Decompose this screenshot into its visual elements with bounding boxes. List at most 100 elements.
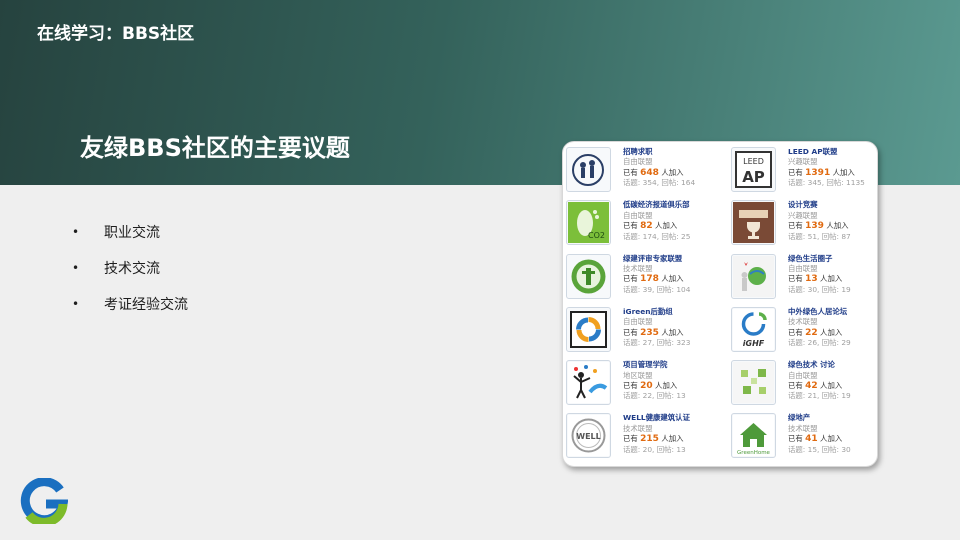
g-brand-logo bbox=[20, 478, 68, 524]
members-prefix: 已有 bbox=[623, 221, 638, 231]
group-name[interactable]: WELL健康建筑认证 bbox=[623, 413, 690, 423]
group-card[interactable]: 绿建评审专家联盟 技术联盟 已有 178 人加入 话题: 39, 回帖: 104 bbox=[563, 252, 730, 305]
members-suffix: 人加入 bbox=[820, 381, 843, 390]
members-prefix: 已有 bbox=[623, 327, 638, 337]
member-count: 215 bbox=[640, 434, 659, 445]
topic-label: 职业交流 bbox=[104, 225, 160, 241]
group-card[interactable]: GreenHome 绿地产 技术联盟 已有 41 人加入 话题: 15, 回帖:… bbox=[730, 411, 879, 464]
group-card[interactable]: iGHF 中外绿色人居论坛 技术联盟 已有 22 人加入 话题: 26, 回帖:… bbox=[730, 305, 879, 358]
group-card[interactable]: 绿色技术 讨论 自由联盟 已有 42 人加入 话题: 21, 回帖: 19 bbox=[730, 358, 879, 411]
member-count: 648 bbox=[640, 167, 659, 178]
members-prefix: 已有 bbox=[623, 434, 638, 444]
group-name[interactable]: 绿地产 bbox=[788, 413, 851, 423]
group-type: 技术联盟 bbox=[788, 317, 818, 327]
group-stats: 话题: 354, 回帖: 164 bbox=[623, 178, 696, 188]
topic-label: 技术交流 bbox=[104, 261, 160, 277]
members-suffix: 人加入 bbox=[832, 167, 855, 177]
leed-badge-top: LEED bbox=[743, 157, 764, 166]
group-type: 自由联盟 bbox=[623, 157, 653, 167]
group-members: 已有 41 人加入 bbox=[788, 434, 851, 444]
people-circle-icon[interactable] bbox=[566, 147, 611, 192]
group-stats: 话题: 174, 回帖: 25 bbox=[623, 231, 691, 241]
group-card[interactable]: 设计竞赛 兴趣联盟 已有 139 人加入 话题: 51, 回帖: 87 bbox=[730, 198, 879, 251]
group-members: 已有 13 人加入 bbox=[788, 274, 851, 284]
group-stats: 话题: 345, 回帖: 1135 bbox=[788, 178, 865, 188]
group-card[interactable]: 项目管理学院 地区联盟 已有 20 人加入 话题: 22, 回帖: 13 bbox=[563, 358, 730, 411]
bullet-marker: • bbox=[72, 261, 80, 275]
group-stats: 话题: 26, 回帖: 29 bbox=[788, 338, 851, 348]
group-card[interactable]: LEED AP LEED AP联盟 兴趣联盟 已有 1391 人加入 话题: 34… bbox=[730, 145, 879, 198]
greenhome-text: GreenHome bbox=[737, 450, 771, 456]
members-prefix: 已有 bbox=[788, 167, 803, 177]
group-members: 已有 139 人加入 bbox=[788, 221, 851, 231]
members-prefix: 已有 bbox=[788, 381, 803, 390]
ighf-text: iGHF bbox=[743, 339, 765, 348]
group-members: 已有 20 人加入 bbox=[623, 381, 686, 391]
group-stats: 话题: 39, 回帖: 104 bbox=[623, 284, 691, 294]
members-suffix: 人加入 bbox=[661, 274, 684, 284]
bullet-marker: • bbox=[72, 297, 80, 311]
group-stats: 话题: 27, 回帖: 323 bbox=[623, 338, 691, 348]
group-name[interactable]: 设计竞赛 bbox=[788, 200, 851, 210]
topic-label: 考证经验交流 bbox=[104, 297, 188, 313]
members-suffix: 人加入 bbox=[820, 434, 843, 444]
group-type: 技术联盟 bbox=[788, 423, 818, 433]
group-members: 已有 235 人加入 bbox=[623, 328, 690, 338]
group-type: 自由联盟 bbox=[788, 370, 818, 380]
well-logo-icon[interactable]: WELL bbox=[566, 413, 611, 459]
members-suffix: 人加入 bbox=[661, 167, 684, 177]
slide-main-title: 友绿BBS社区的主要议题 bbox=[80, 134, 350, 162]
bullet-marker: • bbox=[72, 225, 80, 239]
slide-top-title: 在线学习：BBS社区 bbox=[37, 24, 195, 44]
member-count: 13 bbox=[805, 274, 818, 285]
members-prefix: 已有 bbox=[788, 434, 803, 444]
group-stats: 话题: 30, 回帖: 19 bbox=[788, 284, 851, 294]
group-name[interactable]: 中外绿色人居论坛 bbox=[788, 307, 851, 317]
group-card[interactable]: iGreen后勤组 自由联盟 已有 235 人加入 话题: 27, 回帖: 32… bbox=[563, 305, 730, 358]
group-name[interactable]: 绿色生活圈子 bbox=[788, 254, 851, 264]
group-name[interactable]: 绿建评审专家联盟 bbox=[623, 254, 690, 264]
green-cubes-icon[interactable] bbox=[731, 360, 776, 406]
group-type: 兴趣联盟 bbox=[788, 157, 818, 167]
members-suffix: 人加入 bbox=[820, 327, 843, 337]
green-home-icon[interactable]: GreenHome bbox=[731, 413, 776, 459]
group-stats: 话题: 15, 回帖: 30 bbox=[788, 444, 851, 454]
group-name[interactable]: LEED AP联盟 bbox=[788, 147, 865, 157]
globe-figure-icon[interactable] bbox=[731, 253, 776, 299]
members-prefix: 已有 bbox=[623, 167, 638, 177]
group-card[interactable]: 招聘求职 自由联盟 已有 648 人加入 话题: 354, 回帖: 164 bbox=[563, 145, 730, 198]
members-prefix: 已有 bbox=[623, 274, 638, 284]
group-name[interactable]: 低碳经济报道俱乐部 bbox=[623, 200, 690, 210]
ighf-logo-icon[interactable]: iGHF bbox=[731, 306, 776, 352]
leed-badge-bottom: AP bbox=[742, 168, 765, 186]
group-card[interactable]: CO2 低碳经济报道俱乐部 自由联盟 已有 82 人加入 话题: 174, 回帖… bbox=[563, 198, 730, 251]
group-name[interactable]: iGreen后勤组 bbox=[623, 307, 690, 317]
members-prefix: 已有 bbox=[788, 221, 803, 231]
group-name[interactable]: 绿色技术 讨论 bbox=[788, 360, 851, 370]
member-count: 42 bbox=[805, 381, 818, 391]
group-type: 自由联盟 bbox=[788, 264, 818, 273]
co2-footprint-icon[interactable]: CO2 bbox=[566, 200, 611, 246]
group-card[interactable]: WELL WELL健康建筑认证 技术联盟 已有 215 人加入 话题: 20, … bbox=[563, 411, 730, 464]
trophy-banner-icon[interactable] bbox=[731, 200, 776, 246]
topic-list: • 职业交流 • 技术交流 • 考证经验交流 bbox=[72, 214, 188, 322]
group-stats: 话题: 22, 回帖: 13 bbox=[623, 391, 686, 401]
group-members: 已有 82 人加入 bbox=[623, 221, 690, 231]
group-type: 自由联盟 bbox=[623, 210, 653, 220]
group-members: 已有 22 人加入 bbox=[788, 328, 851, 338]
group-stats: 话题: 51, 回帖: 87 bbox=[788, 231, 851, 241]
topic-item: • 考证经验交流 bbox=[72, 286, 188, 322]
group-name[interactable]: 招聘求职 bbox=[623, 147, 695, 157]
group-members: 已有 42 人加入 bbox=[788, 381, 851, 391]
group-name[interactable]: 项目管理学院 bbox=[623, 360, 686, 370]
group-type: 地区联盟 bbox=[623, 370, 653, 380]
group-type: 技术联盟 bbox=[623, 264, 653, 273]
green-seal-icon[interactable] bbox=[566, 253, 611, 299]
leed-ap-badge-icon[interactable]: LEED AP bbox=[731, 147, 776, 192]
bbs-groups-panel: 招聘求职 自由联盟 已有 648 人加入 话题: 354, 回帖: 164 LE… bbox=[562, 141, 878, 467]
swirl-logo-icon[interactable] bbox=[566, 306, 611, 352]
group-members: 已有 178 人加入 bbox=[623, 274, 690, 284]
group-card[interactable]: 绿色生活圈子 自由联盟 已有 13 人加入 话题: 30, 回帖: 19 bbox=[730, 252, 879, 305]
juggler-figure-icon[interactable] bbox=[566, 360, 611, 406]
members-suffix: 人加入 bbox=[661, 434, 684, 444]
